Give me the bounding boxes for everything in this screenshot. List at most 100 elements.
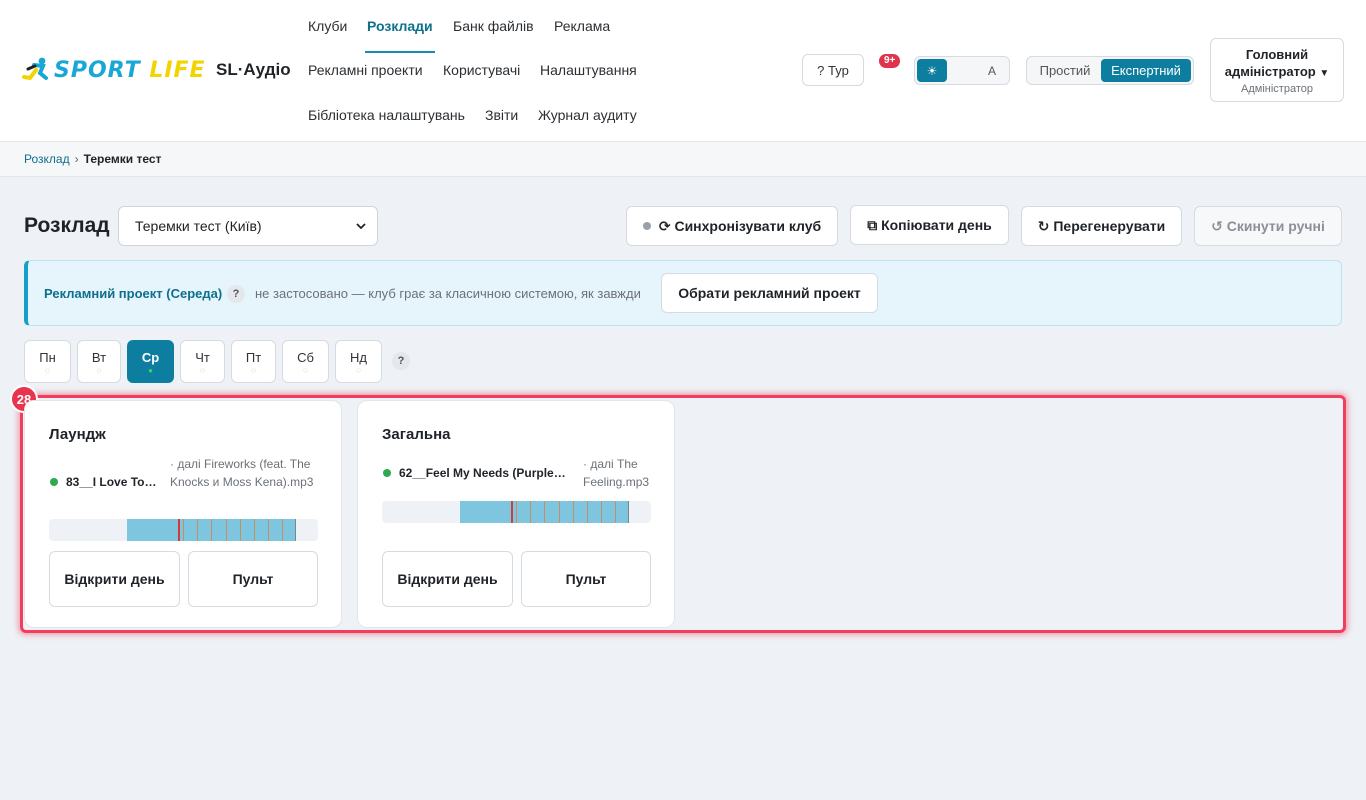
day-label: Вт <box>91 350 107 365</box>
now-playing-track: 62__Feel My Needs (Purple… <box>399 466 566 480</box>
next-track: · далі Fireworks (feat. The Knocks и Mos… <box>170 457 314 489</box>
day-timeline[interactable] <box>49 519 318 541</box>
search-icon[interactable] <box>750 60 768 80</box>
day-tab-sun[interactable]: Нд ◌ <box>335 340 382 383</box>
regenerate-button[interactable]: ↻ Перегенерувати <box>1021 206 1182 246</box>
mode-simple[interactable]: Простий <box>1029 59 1101 82</box>
day-tab-tue[interactable]: Вт ◌ <box>77 340 121 383</box>
auto-icon[interactable]: A <box>977 59 1007 82</box>
timeline-tick <box>295 519 296 541</box>
day-status-dot: ◌ <box>251 366 256 375</box>
club-select-value: Теремки тест (Київ) <box>135 218 262 234</box>
runner-icon <box>22 56 52 84</box>
tour-button[interactable]: ? Тур <box>802 54 864 86</box>
sync-club-button[interactable]: ⟳ Синхронізувати клуб <box>626 206 838 246</box>
day-status-dot: ◌ <box>303 366 308 375</box>
nav-ad-projects[interactable]: Рекламні проекти <box>308 62 423 78</box>
day-tab-sat[interactable]: Сб ◌ <box>282 340 329 383</box>
day-label: Пт <box>245 350 262 365</box>
user-name-line2: адміністратор <box>1224 64 1316 79</box>
timeline-tick <box>516 501 517 523</box>
moon-icon[interactable] <box>947 59 977 82</box>
timeline-tick <box>254 519 255 541</box>
console-button[interactable]: Пульт <box>188 551 318 607</box>
help-icon[interactable]: ? <box>227 285 245 303</box>
club-select[interactable]: Теремки тест (Київ) <box>118 206 378 246</box>
nav-file-bank[interactable]: Банк файлів <box>453 18 534 34</box>
day-timeline[interactable] <box>382 501 651 523</box>
timeline-tick <box>601 501 602 523</box>
sync-status-dot <box>642 222 651 230</box>
nav-settings-library[interactable]: Бібліотека налаштувань <box>308 107 465 123</box>
day-label: Ср <box>141 350 160 365</box>
playing-indicator <box>383 469 391 477</box>
brand-logo[interactable]: SPORT LIFE <box>22 56 206 84</box>
nav-schedules[interactable]: Розклади <box>367 18 433 34</box>
day-status-dot: ● <box>148 366 153 375</box>
ad-project-banner: Рекламний проект (Середа) ? не застосова… <box>24 260 1342 326</box>
now-playing-track: 83__I Love To… <box>66 475 157 489</box>
top-header: SPORT LIFE SL·Аудіо Клуби Розклади Банк … <box>0 0 1366 142</box>
sun-icon[interactable]: ☀ <box>917 59 947 82</box>
breadcrumb-separator: › <box>74 152 79 166</box>
user-role: Адміністратор <box>1241 83 1313 95</box>
zone-title: Загальна <box>382 426 451 443</box>
app-name: SL·Аудіо <box>216 60 291 79</box>
day-status-dot: ◌ <box>356 366 361 375</box>
breadcrumb-link-schedule[interactable]: Розклад <box>24 152 70 166</box>
zone-title: Лаундж <box>49 426 106 443</box>
sync-club-label: ⟳ Синхронізувати клуб <box>658 217 822 234</box>
day-tab-wed[interactable]: Ср ● <box>127 340 174 383</box>
ad-project-label: Рекламний проект (Середа) <box>44 286 223 301</box>
breadcrumb: Розклад › Теремки тест <box>0 142 1366 177</box>
timeline-tick <box>240 519 241 541</box>
open-day-button[interactable]: Відкрити день <box>382 551 513 607</box>
next-track: · далі The Feeling.mp3 <box>583 457 650 489</box>
open-day-button[interactable]: Відкрити день <box>49 551 180 607</box>
user-menu[interactable]: Головний адміністратор ▼ Адміністратор <box>1210 38 1344 102</box>
timeline-tick <box>559 501 560 523</box>
timeline-tick <box>282 519 283 541</box>
mode-expert[interactable]: Експертний <box>1101 59 1191 82</box>
reset-manual-button[interactable]: ↺ Скинути ручні <box>1194 206 1342 246</box>
page-title: Розклад <box>24 214 110 237</box>
timeline-tick <box>211 519 212 541</box>
logo-text-life: LIFE <box>149 57 206 83</box>
timeline-now-marker <box>178 519 180 541</box>
theme-switch: ☀ A <box>914 56 1010 85</box>
timeline-tick <box>628 501 629 523</box>
nav-clubs[interactable]: Клуби <box>308 18 347 34</box>
timeline-tick <box>573 501 574 523</box>
zone-card-lounge: Лаундж 83__I Love To… · далі Fireworks (… <box>24 400 342 628</box>
timeline-now-marker <box>511 501 513 523</box>
copy-day-button[interactable]: ⧉ Копіювати день <box>850 205 1009 245</box>
nav-advertising[interactable]: Реклама <box>554 18 610 34</box>
console-button[interactable]: Пульт <box>521 551 651 607</box>
nav-settings[interactable]: Налаштування <box>540 62 637 78</box>
playing-indicator <box>50 478 58 486</box>
nav-audit-log[interactable]: Журнал аудиту <box>538 107 637 123</box>
day-tab-mon[interactable]: Пн ◌ <box>24 340 71 383</box>
timeline-tick <box>183 519 184 541</box>
timeline-tick <box>544 501 545 523</box>
day-status-dot: ◌ <box>200 366 205 375</box>
choose-ad-project-button[interactable]: Обрати рекламний проект <box>661 273 878 313</box>
ad-project-note: не застосовано — клуб грає за класичною … <box>255 286 641 301</box>
logo-text-sport: SPORT <box>54 57 141 83</box>
timeline-tick <box>587 501 588 523</box>
user-name-line1: Головний <box>1245 47 1309 62</box>
zone-card-general: Загальна 62__Feel My Needs (Purple… · да… <box>357 400 675 628</box>
day-status-dot: ◌ <box>45 366 50 375</box>
nav-active-indicator <box>365 51 435 53</box>
nav-reports[interactable]: Звіти <box>485 107 518 123</box>
day-tab-thu[interactable]: Чт ◌ <box>180 340 225 383</box>
days-help-icon[interactable]: ? <box>392 352 410 370</box>
nav-users[interactable]: Користувачі <box>443 62 520 78</box>
timeline-tick <box>226 519 227 541</box>
timeline-tick <box>615 501 616 523</box>
timeline-tick <box>268 519 269 541</box>
caret-down-icon: ▼ <box>1319 68 1330 79</box>
day-label: Нд <box>350 350 367 365</box>
day-label: Сб <box>297 350 314 365</box>
day-tab-fri[interactable]: Пт ◌ <box>231 340 276 383</box>
